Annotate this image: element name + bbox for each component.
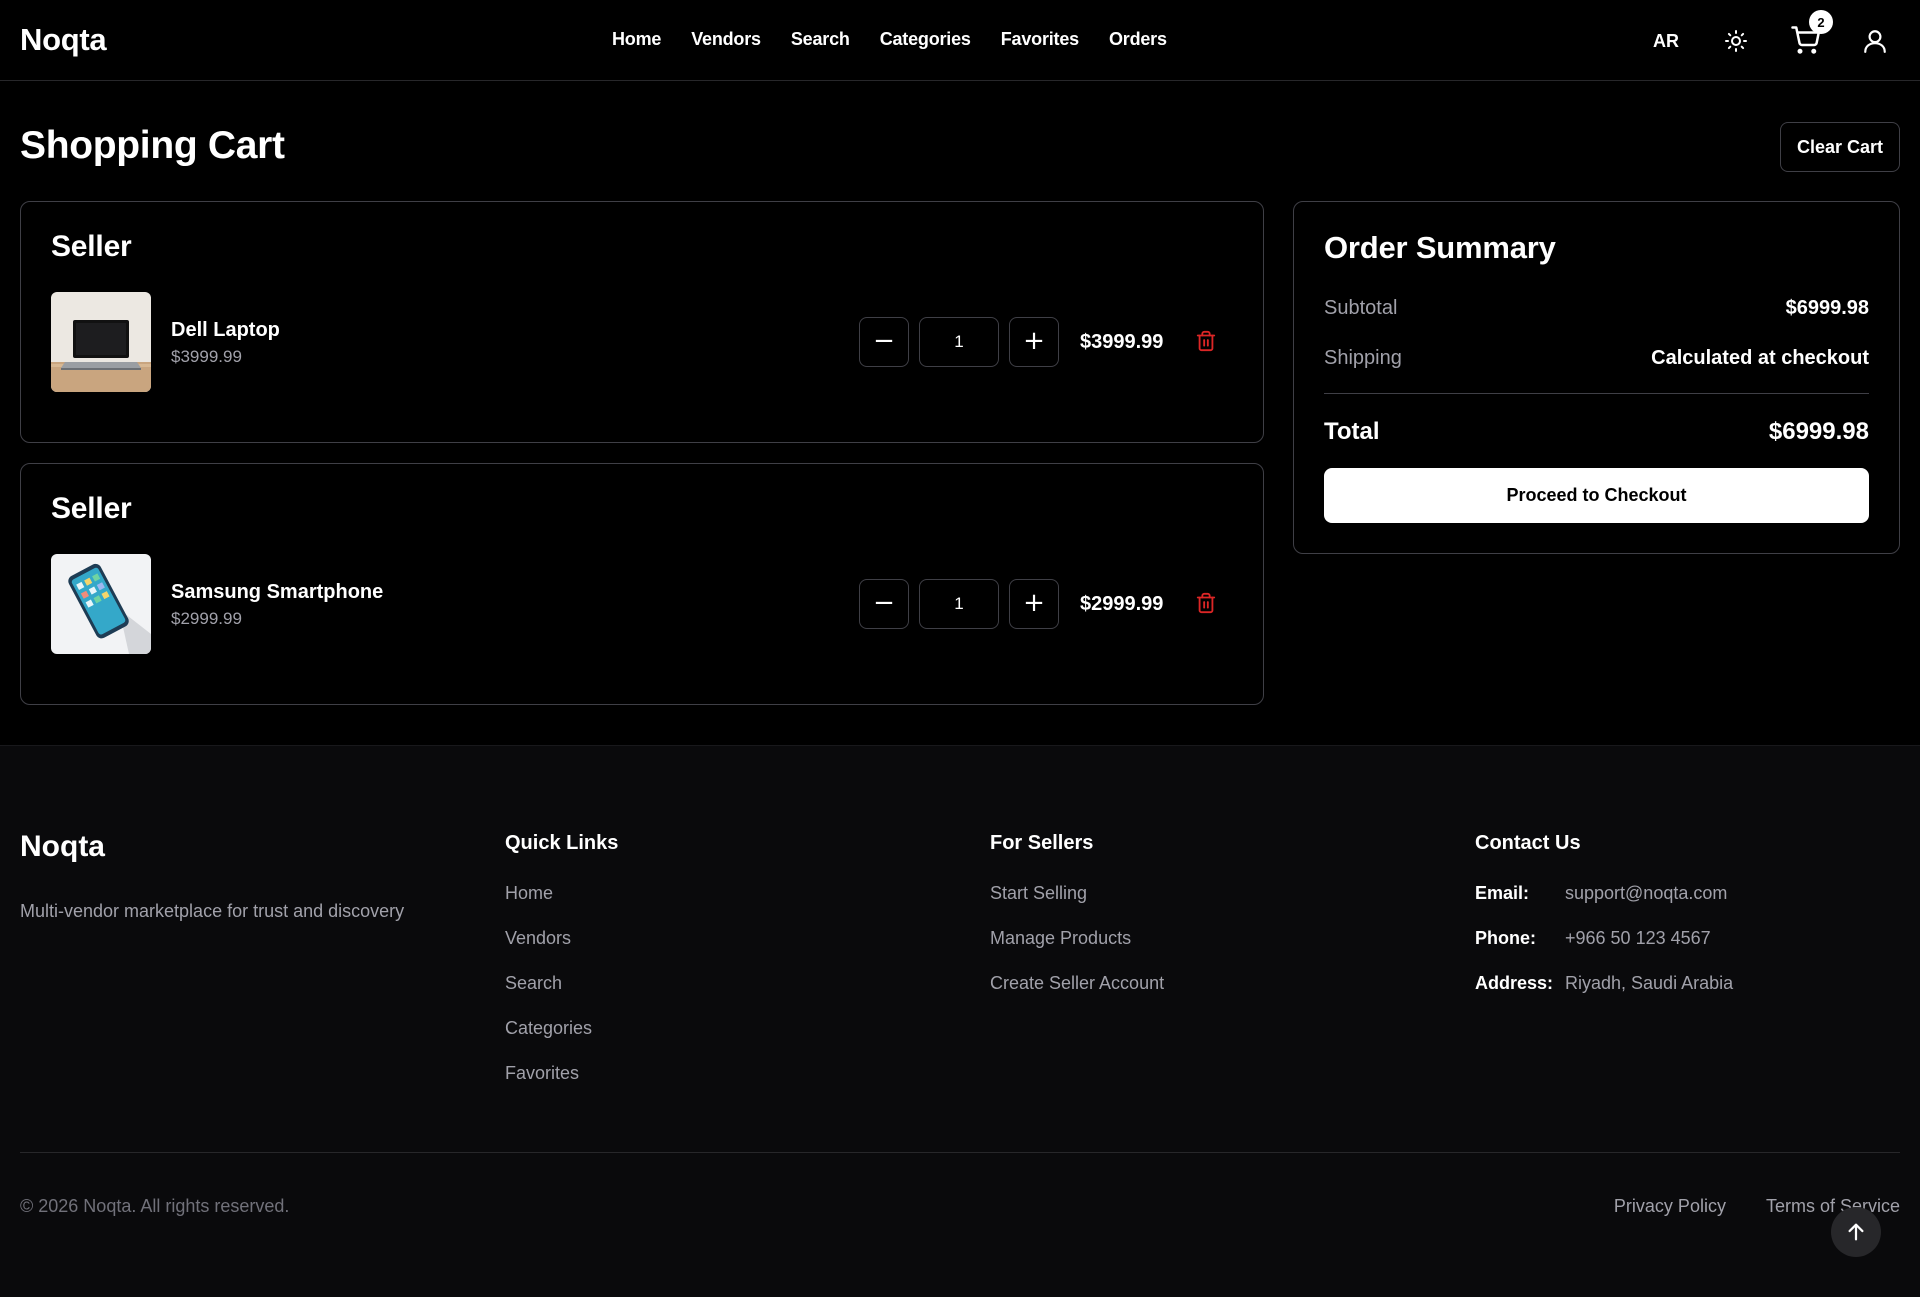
contact-address-row: Address: Riyadh, Saudi Arabia [1475, 973, 1733, 1018]
footer-tagline: Multi-vendor marketplace for trust and d… [20, 901, 405, 921]
site-footer: Noqta Multi-vendor marketplace for trust… [0, 745, 1920, 1297]
account-button[interactable] [1857, 23, 1893, 59]
line-total: $3999.99 [1080, 331, 1164, 353]
email-label: Email: [1475, 883, 1530, 903]
shipping-label: Shipping [1324, 347, 1402, 369]
shipping-value: Calculated at checkout [1651, 347, 1869, 369]
address-value: Riyadh, Saudi Arabia [1565, 973, 1734, 993]
top-navbar: Noqta Home Vendors Search Categories Fav… [0, 0, 1920, 81]
subtotal-value: $6999.98 [1785, 297, 1869, 319]
nav-search[interactable]: Search [791, 29, 850, 50]
total-label: Total [1324, 418, 1380, 445]
seller-card: Seller Dell Laptop $3999.99 − + $3999.99 [20, 201, 1264, 443]
scroll-to-top-button[interactable] [1831, 1207, 1881, 1257]
terms-of-service-link[interactable]: Terms of Service [1766, 1196, 1900, 1217]
cart-count-badge: 2 [1809, 10, 1833, 34]
main-nav: Home Vendors Search Categories Favorites… [612, 29, 1167, 50]
decrease-quantity-button[interactable]: − [859, 317, 909, 367]
increase-quantity-button[interactable]: + [1009, 579, 1059, 629]
footer-link-categories[interactable]: Categories [505, 1018, 618, 1063]
user-icon [1864, 30, 1886, 53]
seller-name: Seller [51, 230, 132, 263]
phone-value[interactable]: +966 50 123 4567 [1565, 928, 1711, 973]
footer-divider [20, 1152, 1900, 1153]
contact-email-row: Email: support@noqta.com [1475, 883, 1733, 928]
copyright-text: © 2026 Noqta. All rights reserved. [20, 1196, 290, 1216]
seller-name: Seller [51, 492, 132, 525]
quantity-input[interactable] [919, 579, 999, 629]
remove-item-button[interactable] [1195, 330, 1219, 354]
privacy-policy-link[interactable]: Privacy Policy [1614, 1196, 1726, 1217]
address-label: Address: [1475, 973, 1554, 993]
email-value[interactable]: support@noqta.com [1565, 883, 1727, 928]
product-image-laptop[interactable] [51, 292, 151, 392]
order-summary: Order Summary Subtotal $6999.98 Shipping… [1293, 201, 1900, 554]
product-unit-price: $3999.99 [171, 347, 242, 366]
product-image-smartphone[interactable] [51, 554, 151, 654]
line-total: $2999.99 [1080, 593, 1164, 615]
footer-link-home[interactable]: Home [505, 883, 618, 928]
product-unit-price: $2999.99 [171, 609, 242, 628]
total-row: Total $6999.98 [1324, 418, 1869, 446]
summary-divider [1324, 393, 1869, 394]
remove-item-button[interactable] [1195, 592, 1219, 616]
quick-links-title: Quick Links [505, 832, 619, 854]
trash-icon [1196, 330, 1216, 352]
contact-title: Contact Us [1475, 832, 1581, 854]
quick-links-column: Quick Links Home Vendors Search Categori… [505, 832, 618, 1108]
for-sellers-column: For Sellers Start Selling Manage Product… [990, 832, 1164, 1018]
nav-orders[interactable]: Orders [1109, 29, 1167, 50]
decrease-quantity-button[interactable]: − [859, 579, 909, 629]
contact-column: Contact Us Email: support@noqta.com Phon… [1475, 832, 1733, 1018]
smartphone-image [51, 554, 151, 654]
subtotal-label: Subtotal [1324, 297, 1398, 319]
increase-quantity-button[interactable]: + [1009, 317, 1059, 367]
quantity-input[interactable] [919, 317, 999, 367]
footer-link-start-selling[interactable]: Start Selling [990, 883, 1164, 928]
arrow-up-icon [1848, 1223, 1864, 1241]
total-value: $6999.98 [1768, 418, 1869, 445]
footer-link-favorites[interactable]: Favorites [505, 1063, 618, 1108]
product-name[interactable]: Dell Laptop [171, 319, 280, 342]
phone-label: Phone: [1475, 928, 1536, 948]
summary-title: Order Summary [1324, 230, 1556, 265]
nav-categories[interactable]: Categories [880, 29, 971, 50]
footer-link-create-seller-account[interactable]: Create Seller Account [990, 973, 1164, 1018]
language-toggle[interactable]: AR [1653, 31, 1679, 52]
nav-home[interactable]: Home [612, 29, 661, 50]
page-title: Shopping Cart [20, 124, 285, 167]
product-name[interactable]: Samsung Smartphone [171, 581, 383, 604]
for-sellers-title: For Sellers [990, 832, 1094, 854]
subtotal-row: Subtotal $6999.98 [1324, 297, 1869, 320]
theme-toggle-button[interactable] [1718, 23, 1754, 59]
proceed-to-checkout-button[interactable]: Proceed to Checkout [1324, 468, 1869, 523]
clear-cart-button[interactable]: Clear Cart [1780, 122, 1900, 172]
shipping-row: Shipping Calculated at checkout [1324, 347, 1869, 370]
sun-icon [1725, 30, 1747, 52]
nav-favorites[interactable]: Favorites [1001, 29, 1079, 50]
seller-card: Seller Samsung Smartphone $2999.99 − + $… [20, 463, 1264, 705]
site-logo[interactable]: Noqta [20, 22, 107, 58]
contact-phone-row: Phone: +966 50 123 4567 [1475, 928, 1733, 973]
footer-link-search[interactable]: Search [505, 973, 618, 1018]
nav-vendors[interactable]: Vendors [691, 29, 761, 50]
footer-link-manage-products[interactable]: Manage Products [990, 928, 1164, 973]
laptop-image [51, 292, 151, 392]
footer-link-vendors[interactable]: Vendors [505, 928, 618, 973]
trash-icon [1196, 592, 1216, 614]
footer-logo[interactable]: Noqta [20, 830, 105, 864]
